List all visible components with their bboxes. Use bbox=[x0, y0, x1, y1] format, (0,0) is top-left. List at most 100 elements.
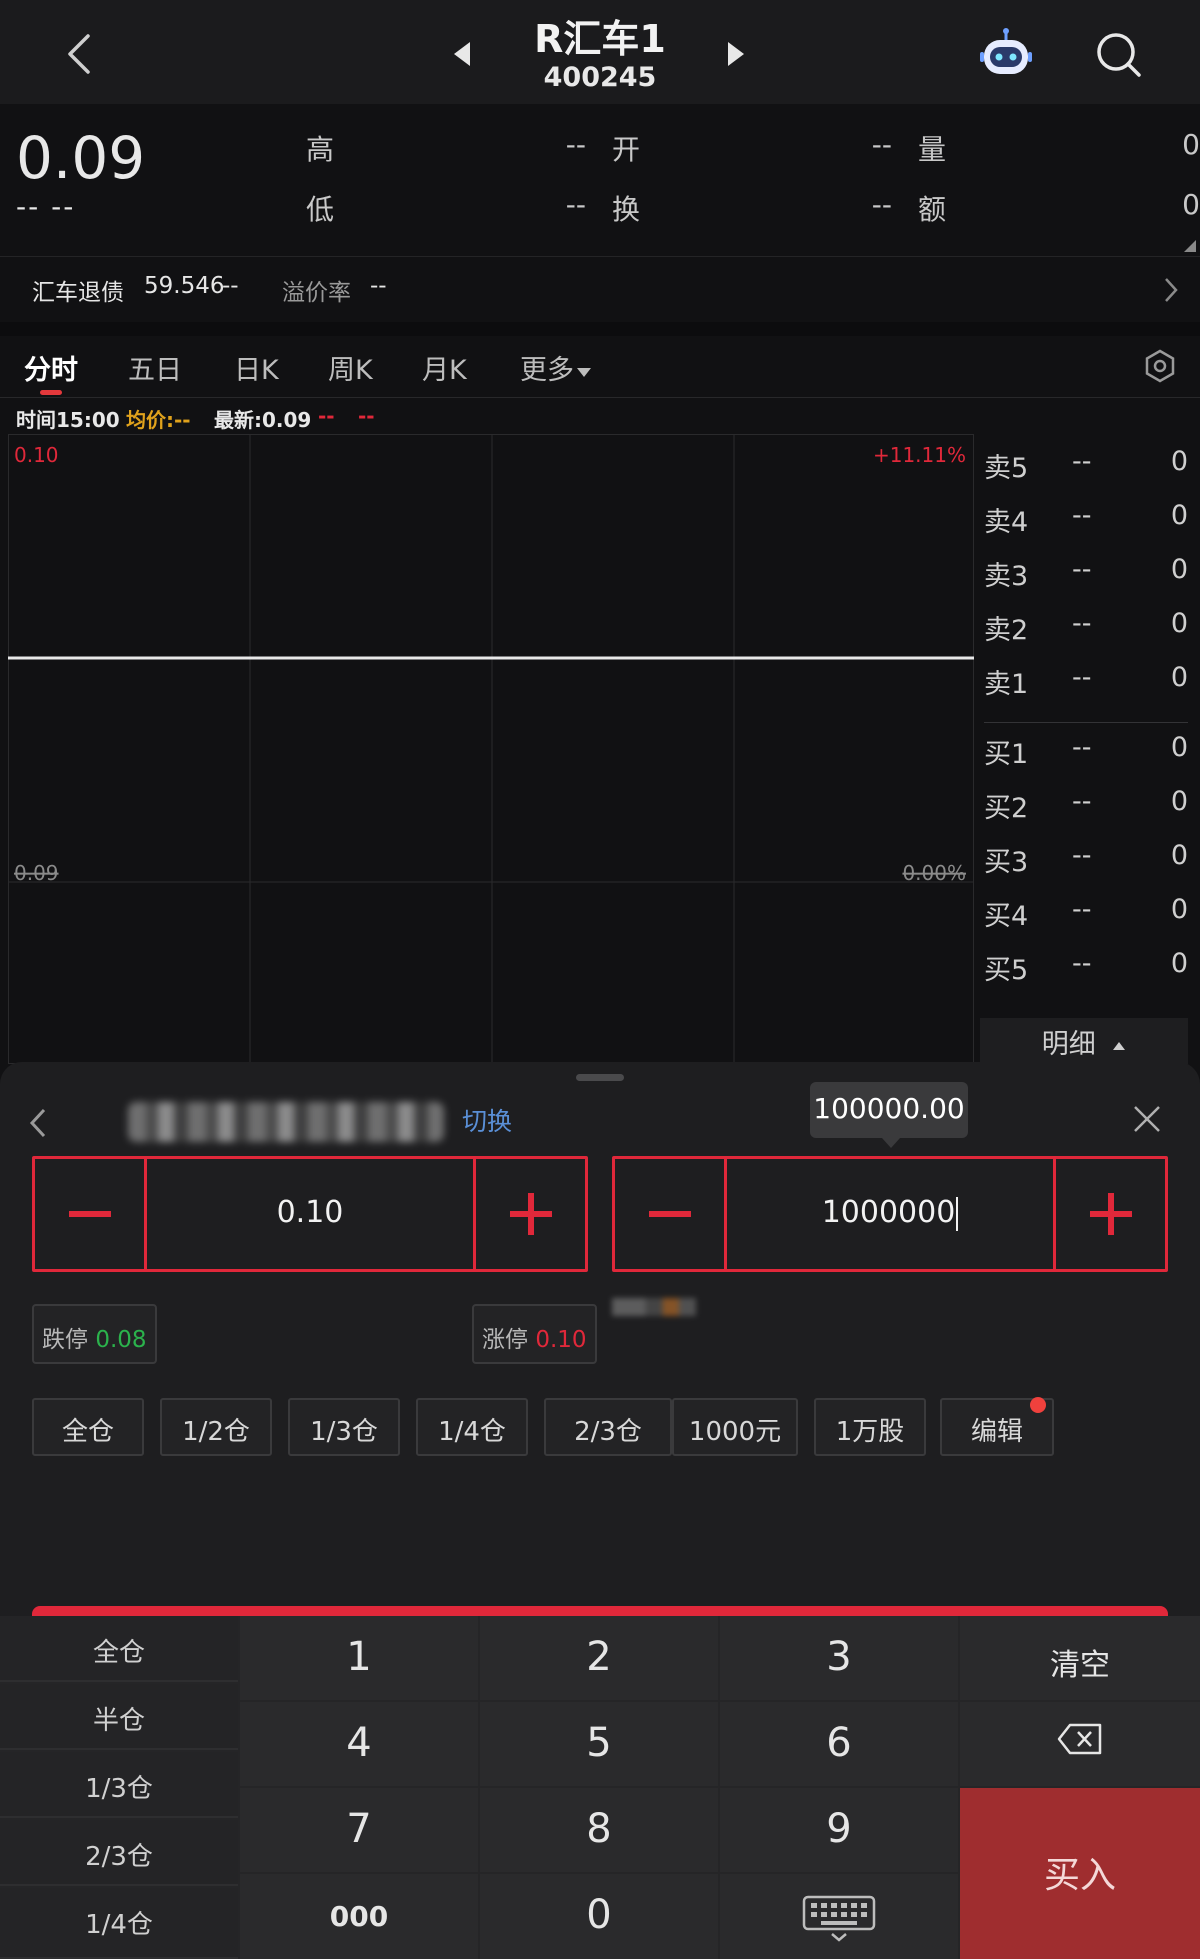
tab-more[interactable]: 更多 bbox=[520, 348, 592, 387]
position-third-button[interactable]: 1/3仓 bbox=[288, 1398, 400, 1456]
keypad-two-thirds-position[interactable]: 2/3仓 bbox=[0, 1820, 238, 1886]
quantity-stepper: 1000000 bbox=[612, 1156, 1168, 1272]
prev-stock-icon[interactable] bbox=[448, 38, 476, 70]
bid-price: -- bbox=[1072, 894, 1092, 925]
key-0[interactable]: 0 bbox=[480, 1874, 718, 1959]
keypad-half-position[interactable]: 半仓 bbox=[0, 1684, 238, 1750]
keypad-quarter-position[interactable]: 1/4仓 bbox=[0, 1888, 238, 1959]
position-quarter-button[interactable]: 1/4仓 bbox=[416, 1398, 528, 1456]
y-axis-top-label: 0.10 bbox=[14, 443, 59, 467]
ask-price: -- bbox=[1072, 500, 1092, 531]
robot-assistant-icon[interactable] bbox=[978, 26, 1034, 82]
key-2[interactable]: 2 bbox=[480, 1616, 718, 1700]
turnover-label: 换 bbox=[612, 193, 641, 226]
price-plus-button[interactable] bbox=[473, 1159, 585, 1269]
price-minus-button[interactable] bbox=[35, 1159, 147, 1269]
bid-label: 买5 bbox=[984, 955, 1029, 986]
key-backspace[interactable] bbox=[960, 1702, 1200, 1786]
switch-account-link[interactable]: 切换 bbox=[462, 1102, 512, 1138]
bid-price: -- bbox=[1072, 786, 1092, 817]
notification-dot bbox=[1030, 1397, 1046, 1413]
ask-row-5: 卖5 -- 0 bbox=[976, 442, 1188, 484]
premium-value: -- bbox=[370, 273, 387, 299]
key-4[interactable]: 4 bbox=[240, 1702, 478, 1786]
volume-value: 0 bbox=[1182, 128, 1200, 161]
chart-settings-icon[interactable] bbox=[1142, 348, 1178, 384]
position-two-thirds-button[interactable]: 2/3仓 bbox=[544, 1398, 672, 1456]
ask-volume: 0 bbox=[1170, 500, 1188, 531]
tab-five-day[interactable]: 五日 bbox=[128, 348, 182, 387]
key-1[interactable]: 1 bbox=[240, 1616, 478, 1700]
key-9[interactable]: 9 bbox=[720, 1788, 958, 1872]
quantity-plus-button[interactable] bbox=[1053, 1159, 1165, 1269]
limit-up-badge[interactable]: 涨停 0.10 bbox=[472, 1304, 597, 1364]
ask-volume: 0 bbox=[1170, 608, 1188, 639]
bid-volume: 0 bbox=[1170, 894, 1188, 925]
expand-corner-icon[interactable] bbox=[1184, 240, 1196, 252]
amount-value: 0 bbox=[1182, 188, 1200, 221]
limit-down-badge[interactable]: 跌停 0.08 bbox=[32, 1304, 157, 1364]
bid-volume: 0 bbox=[1170, 786, 1188, 817]
bond-label: 汇车退债 bbox=[32, 280, 124, 306]
order-book: 卖5 -- 0 卖4 -- 0 卖3 -- 0 卖2 -- 0 卖1 -- 0 … bbox=[976, 434, 1200, 1064]
keyboard-icon bbox=[802, 1895, 876, 1942]
detail-label: 明细 bbox=[1041, 1029, 1096, 1060]
quote-summary: 0.09 -- -- 高 -- 开 -- 量 0 低 -- 换 -- 额 0 bbox=[0, 104, 1200, 256]
quantity-amount-tooltip: 100000.00 bbox=[810, 1082, 968, 1148]
caret-up-icon bbox=[1113, 1041, 1126, 1050]
key-5[interactable]: 5 bbox=[480, 1702, 718, 1786]
keypad-third-position[interactable]: 1/3仓 bbox=[0, 1752, 238, 1818]
key-clear[interactable]: 清空 bbox=[960, 1616, 1200, 1700]
bid-label: 买1 bbox=[984, 739, 1029, 770]
intraday-chart[interactable]: 0.10 +11.11% 0.09 0.00% bbox=[8, 434, 974, 1064]
price-input[interactable]: 0.10 bbox=[150, 1159, 470, 1269]
tab-weekly-k[interactable]: 周K bbox=[328, 348, 373, 387]
top-nav-bar: R汇车1 400245 bbox=[0, 0, 1200, 104]
drag-handle[interactable] bbox=[576, 1074, 624, 1081]
keypad-full-position[interactable]: 全仓 bbox=[0, 1616, 238, 1682]
detail-button[interactable]: 明细 bbox=[980, 1018, 1188, 1064]
next-stock-icon[interactable] bbox=[722, 38, 750, 70]
key-3[interactable]: 3 bbox=[720, 1616, 958, 1700]
key-7[interactable]: 7 bbox=[240, 1788, 478, 1872]
key-000[interactable]: 000 bbox=[240, 1874, 478, 1959]
y-axis-right-top-label: +11.11% bbox=[873, 443, 966, 467]
bond-value: 59.546 bbox=[144, 273, 225, 299]
position-full-button[interactable]: 全仓 bbox=[32, 1398, 144, 1456]
price-stepper: 0.10 bbox=[32, 1156, 588, 1272]
ask-price: -- bbox=[1072, 446, 1092, 477]
numeric-keypad: 全仓 半仓 1/3仓 2/3仓 1/4仓 1 2 3 清空 4 5 6 7 8 … bbox=[0, 1616, 1200, 1959]
panel-back-icon[interactable] bbox=[24, 1106, 52, 1140]
price-change: -- -- bbox=[16, 190, 76, 223]
bid-label: 买4 bbox=[984, 901, 1029, 932]
orderbook-divider bbox=[984, 722, 1188, 723]
chart-frame bbox=[8, 434, 974, 1064]
close-icon[interactable] bbox=[1130, 1102, 1164, 1136]
position-1000-yuan-button[interactable]: 1000元 bbox=[672, 1398, 798, 1456]
quantity-minus-button[interactable] bbox=[615, 1159, 727, 1269]
tab-monthly-k[interactable]: 月K bbox=[422, 348, 467, 387]
key-hide-keyboard[interactable] bbox=[720, 1874, 958, 1959]
turnover-value: -- bbox=[871, 188, 892, 221]
backspace-icon bbox=[1057, 1723, 1102, 1755]
chevron-right-icon[interactable] bbox=[1160, 275, 1182, 305]
current-price: 0.09 bbox=[16, 124, 146, 192]
edit-presets-button[interactable]: 编辑 bbox=[940, 1397, 1054, 1456]
back-arrow-icon[interactable] bbox=[56, 28, 108, 80]
ask-price: -- bbox=[1072, 662, 1092, 693]
key-8[interactable]: 8 bbox=[480, 1788, 718, 1872]
position-10k-shares-button[interactable]: 1万股 bbox=[814, 1398, 926, 1456]
quantity-value: 1000000 bbox=[821, 1195, 956, 1230]
tab-intraday[interactable]: 分时 bbox=[24, 348, 78, 387]
position-half-button[interactable]: 1/2仓 bbox=[160, 1398, 272, 1456]
bid-label: 买2 bbox=[984, 793, 1029, 824]
quantity-input[interactable]: 1000000 bbox=[730, 1159, 1050, 1269]
search-icon[interactable] bbox=[1094, 30, 1144, 80]
bond-info-row[interactable]: 汇车退债 59.546 -- 溢价率 -- bbox=[0, 256, 1200, 322]
buy-button[interactable]: 买入 bbox=[960, 1788, 1200, 1959]
ask-volume: 0 bbox=[1170, 662, 1188, 693]
key-6[interactable]: 6 bbox=[720, 1702, 958, 1786]
low-label: 低 bbox=[306, 193, 335, 226]
tab-daily-k[interactable]: 日K bbox=[234, 348, 279, 387]
tab-active-indicator bbox=[40, 390, 62, 395]
